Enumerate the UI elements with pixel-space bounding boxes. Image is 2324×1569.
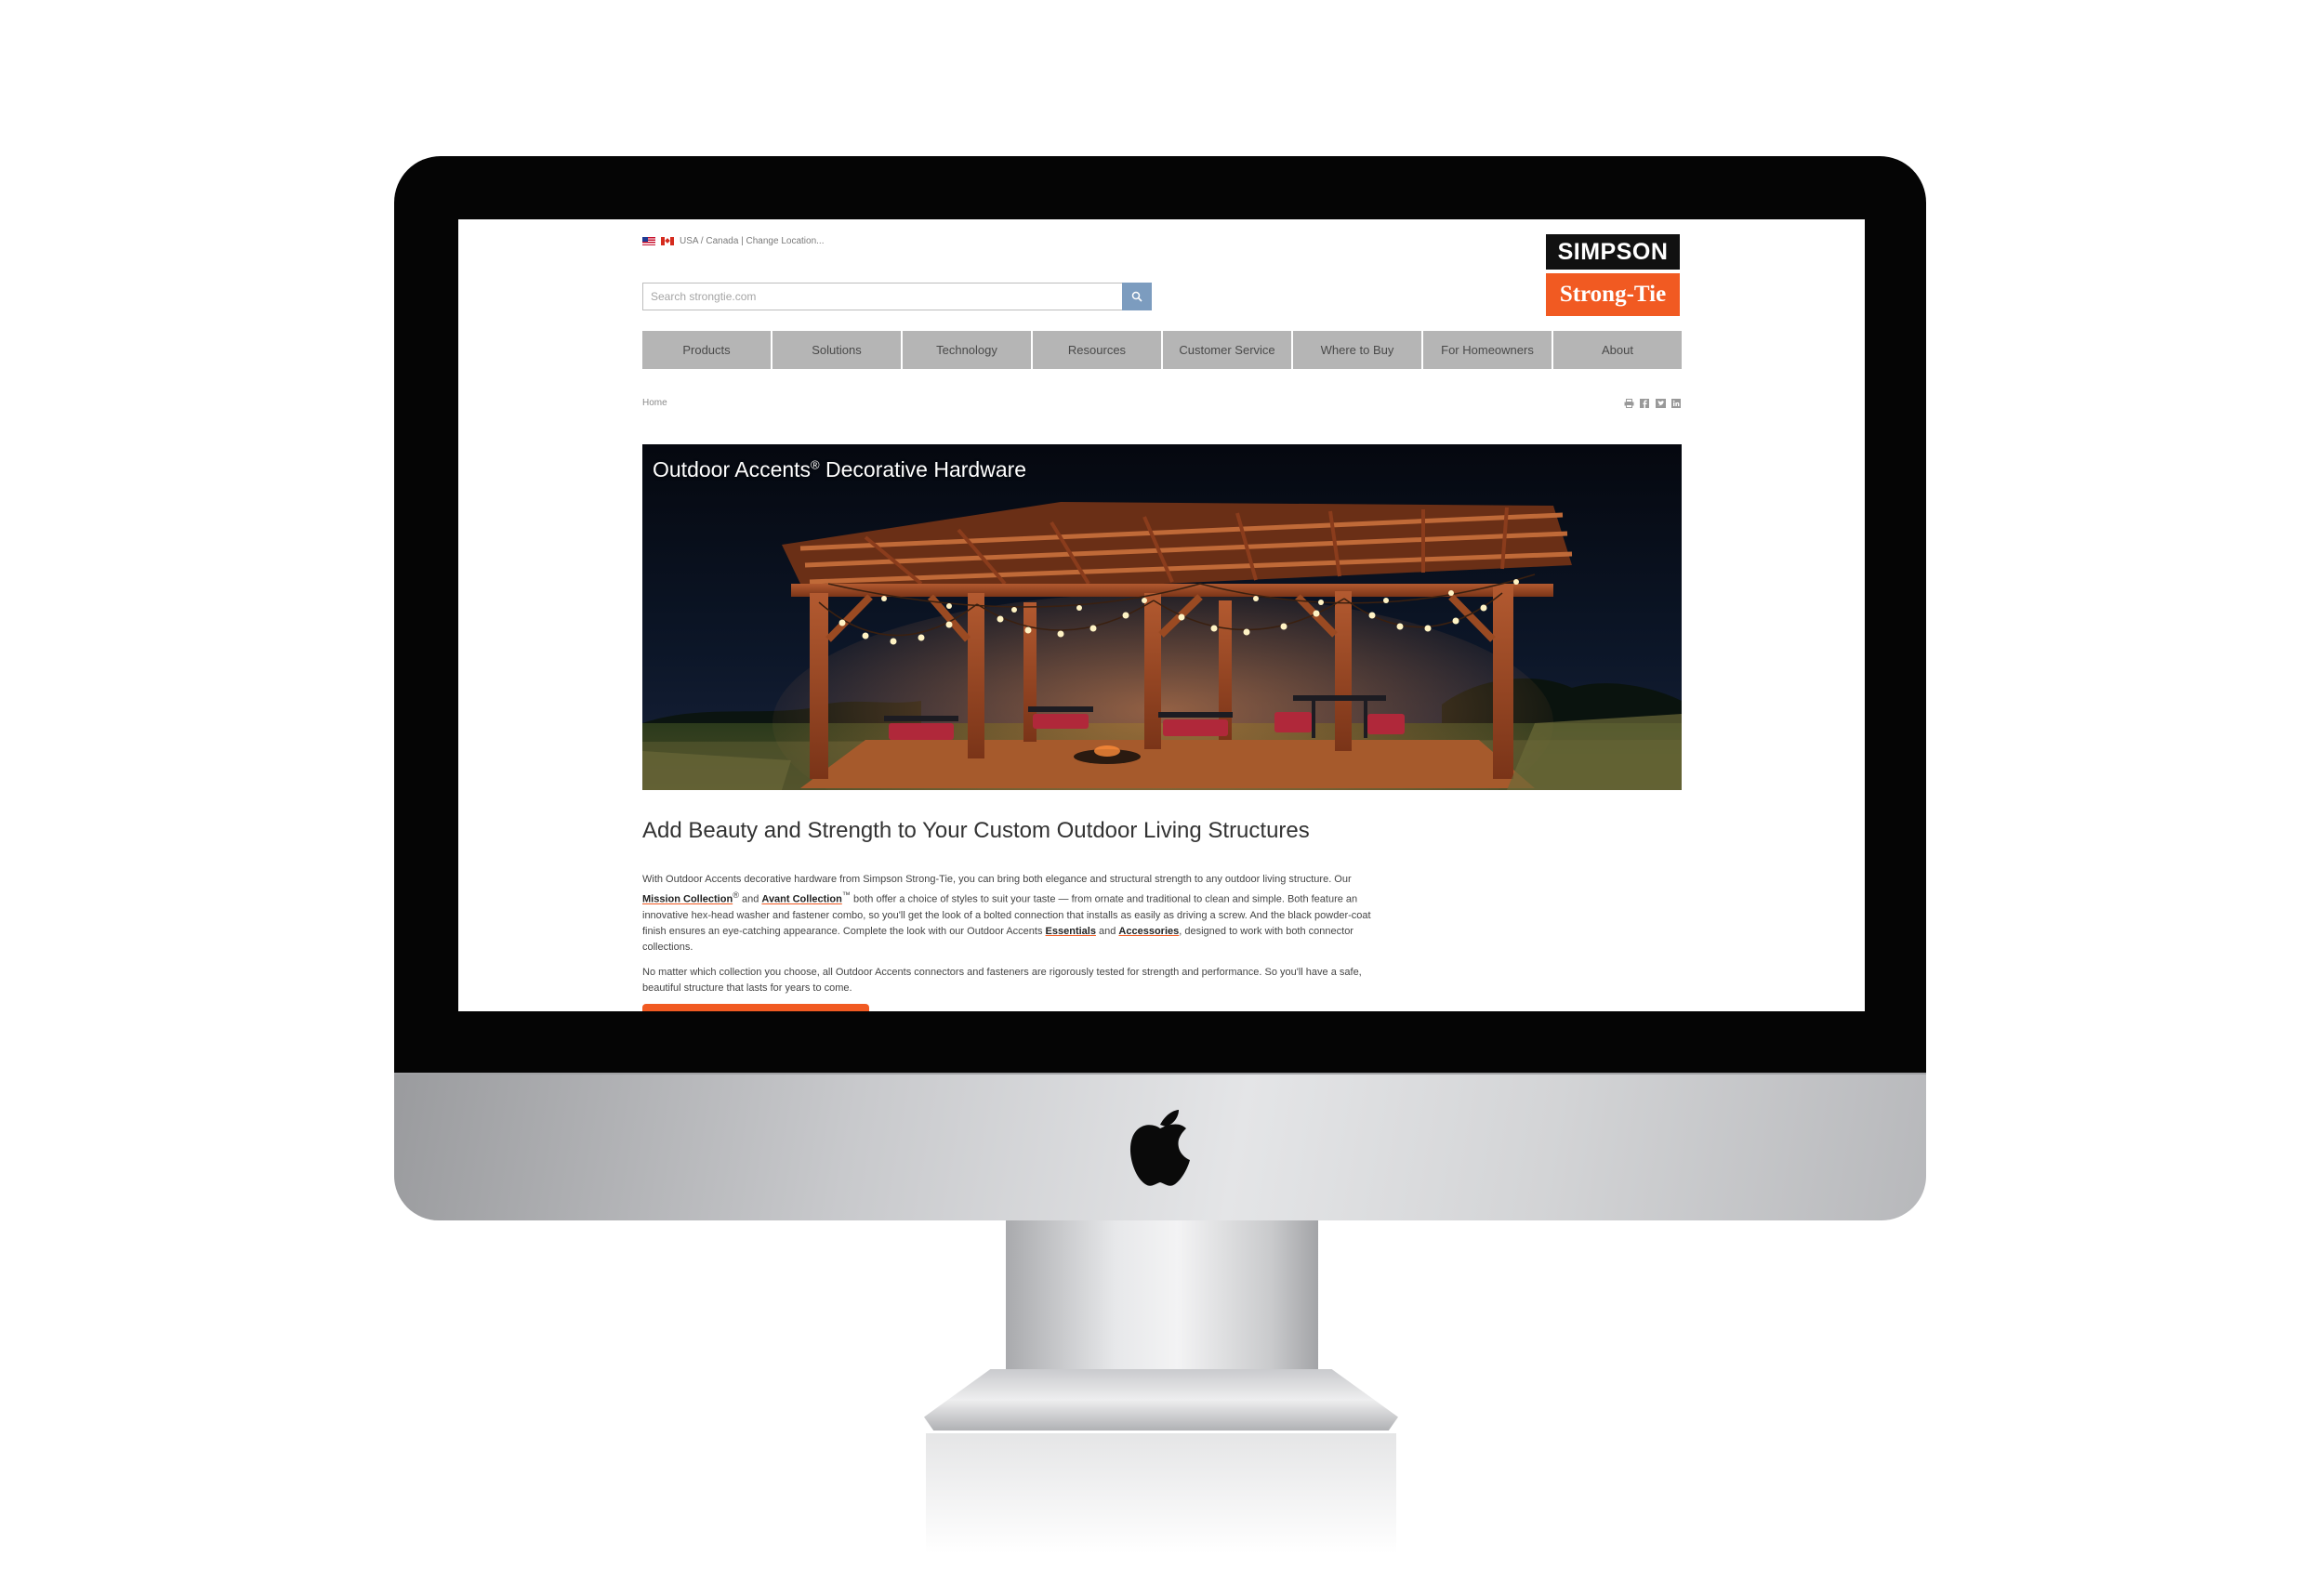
screen: USA / Canada | Change Location... SIMPSO…: [458, 219, 1865, 1011]
nav-customer-service[interactable]: Customer Service: [1163, 331, 1291, 369]
hero-title-mark: ®: [811, 457, 820, 472]
nav-technology[interactable]: Technology: [903, 331, 1031, 369]
nav-for-homeowners[interactable]: For Homeowners: [1423, 331, 1552, 369]
search-icon: [1131, 291, 1142, 302]
breadcrumb-home[interactable]: Home: [642, 398, 667, 408]
monitor-stand-base: [924, 1369, 1398, 1431]
nav-about[interactable]: About: [1553, 331, 1682, 369]
search-bar: [642, 283, 1152, 310]
logo-strong-tie-text: Strong-Tie: [1546, 273, 1680, 316]
accessories-link[interactable]: Accessories: [1118, 926, 1179, 937]
page-headline: Add Beauty and Strength to Your Custom O…: [642, 818, 1310, 843]
nav-products[interactable]: Products: [642, 331, 771, 369]
logo-simpson-text: SIMPSON: [1546, 234, 1680, 270]
breadcrumb: Home: [642, 398, 667, 408]
hero-title-main: Outdoor Accents: [653, 457, 812, 481]
nav-resources[interactable]: Resources: [1033, 331, 1161, 369]
nav-solutions[interactable]: Solutions: [772, 331, 901, 369]
intro-text-d: and: [1095, 925, 1119, 937]
share-icons: [1623, 398, 1682, 409]
testing-paragraph: No matter which collection you choose, a…: [642, 966, 1362, 994]
avant-collection-mark: ™: [841, 890, 851, 900]
linkedin-icon[interactable]: [1670, 398, 1682, 409]
pergola-night-photo: [642, 444, 1682, 790]
search-button[interactable]: [1122, 283, 1152, 310]
cta-button[interactable]: [642, 1004, 869, 1011]
avant-collection-link[interactable]: Avant Collection: [761, 894, 841, 905]
main-nav: Products Solutions Technology Resources …: [642, 331, 1682, 369]
intro-text-a: With Outdoor Accents decorative hardware…: [642, 874, 1352, 885]
apple-logo-icon: [1129, 1110, 1190, 1186]
intro-paragraph: With Outdoor Accents decorative hardware…: [642, 872, 1377, 956]
simpson-strong-tie-logo[interactable]: SIMPSON Strong-Tie: [1546, 234, 1680, 316]
mission-collection-link[interactable]: Mission Collection: [642, 894, 733, 905]
print-icon[interactable]: [1623, 398, 1634, 409]
hero-title: Outdoor Accents® Decorative Hardware: [653, 457, 1026, 482]
canada-flag-icon: [661, 237, 674, 245]
search-input[interactable]: [642, 283, 1122, 310]
hero-title-rest: Decorative Hardware: [819, 457, 1027, 481]
essentials-link[interactable]: Essentials: [1046, 926, 1096, 937]
stand-reflection: [926, 1433, 1396, 1554]
twitter-icon[interactable]: [1655, 398, 1666, 409]
hero-banner: Outdoor Accents® Decorative Hardware: [642, 444, 1682, 790]
location-selector[interactable]: USA / Canada | Change Location...: [642, 236, 824, 246]
nav-where-to-buy[interactable]: Where to Buy: [1293, 331, 1421, 369]
us-flag-icon: [642, 237, 655, 245]
mission-collection-mark: ®: [733, 890, 739, 900]
location-text[interactable]: USA / Canada | Change Location...: [680, 236, 824, 246]
intro-text-b: and: [738, 893, 762, 905]
facebook-icon[interactable]: [1639, 398, 1650, 409]
monitor-stand-neck: [1006, 1220, 1318, 1369]
body-text: With Outdoor Accents decorative hardware…: [642, 872, 1377, 1006]
